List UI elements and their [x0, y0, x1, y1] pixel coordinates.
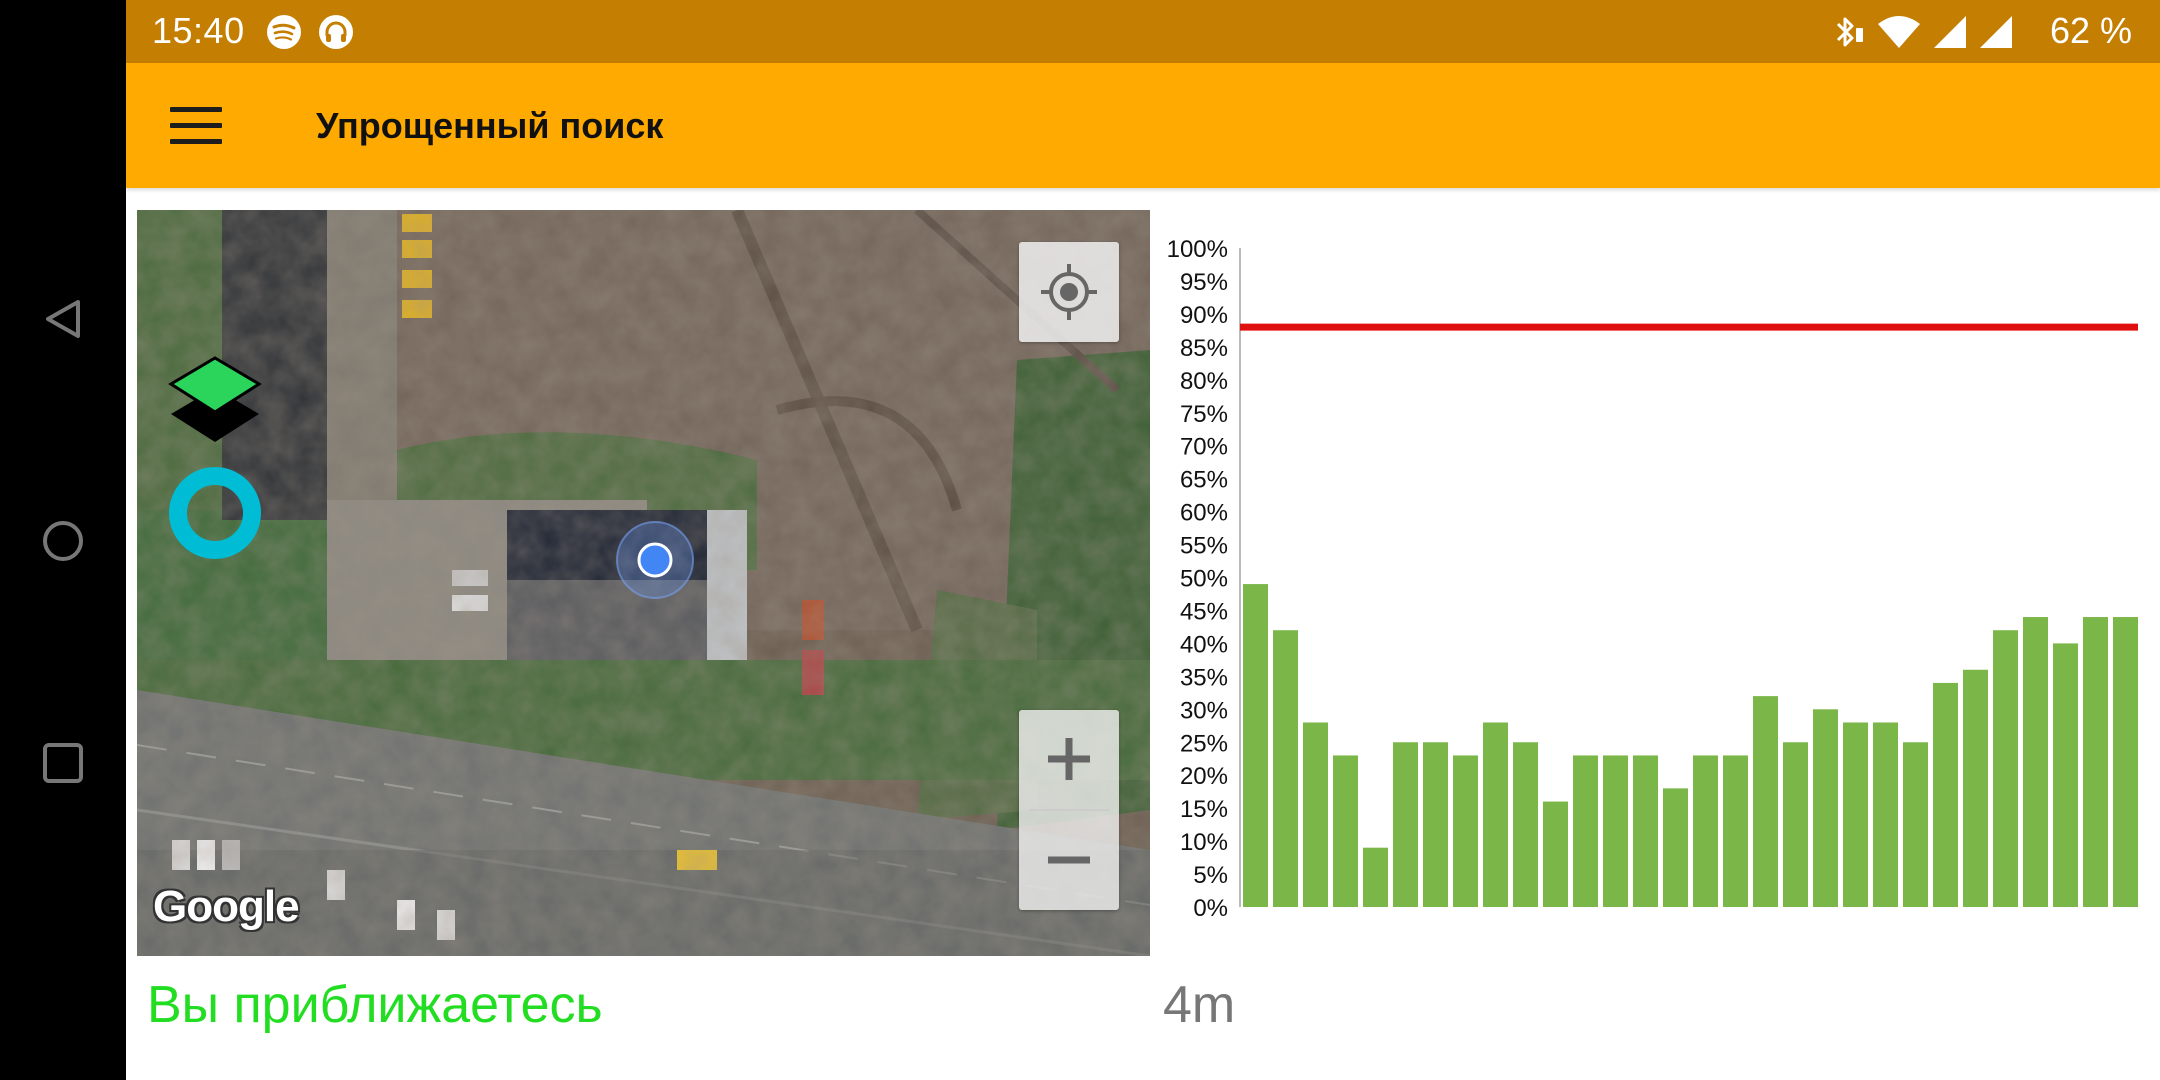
signal-icon: [1980, 16, 2012, 48]
bar: [1273, 630, 1298, 907]
page-title: Упрощенный поиск: [316, 105, 664, 146]
zoom-controls: [1019, 710, 1119, 910]
my-location-button[interactable]: [1019, 242, 1119, 342]
y-tick-label: 90%: [1180, 302, 1228, 329]
recent-apps-icon[interactable]: [40, 740, 86, 786]
bar: [1693, 755, 1718, 907]
home-icon[interactable]: [40, 518, 86, 564]
app-bar: Упрощенный поиск: [126, 63, 2160, 188]
zoom-in-icon: [1048, 738, 1090, 780]
system-navigation-bar: [0, 0, 126, 1080]
bar: [1723, 755, 1748, 907]
hamburger-menu-icon[interactable]: [170, 107, 222, 145]
y-tick-label: 95%: [1180, 269, 1228, 296]
bar: [1303, 722, 1328, 907]
bar: [1903, 742, 1928, 907]
layers-icon[interactable]: [167, 350, 263, 450]
bar: [2053, 643, 2078, 907]
distance-readout: 4m: [1163, 976, 1236, 1034]
signal-icon: [1934, 16, 1966, 48]
y-tick-label: 85%: [1180, 335, 1228, 362]
bar: [1333, 755, 1358, 907]
signal-strength-chart: 0% 5% 10% 15% 20% 25% 30% 35% 40% 45% 50% 55% 60% 65%…: [1167, 236, 2138, 922]
bar: [2023, 617, 2048, 907]
bar: [2083, 617, 2108, 907]
zoom-out-icon: [1048, 856, 1090, 864]
y-tick-label: 35%: [1180, 664, 1228, 691]
y-tick-label: 10%: [1180, 829, 1228, 856]
circle-icon[interactable]: [167, 465, 263, 561]
y-tick-label: 55%: [1180, 533, 1228, 560]
bar: [1573, 755, 1598, 907]
y-tick-label: 70%: [1180, 434, 1228, 461]
clock: 15:40: [152, 10, 245, 51]
y-tick-label: 0%: [1193, 895, 1228, 922]
satellite-map[interactable]: Google: [137, 210, 1150, 956]
bar: [1633, 755, 1658, 907]
spotify-icon: [267, 15, 301, 49]
bar: [1243, 584, 1268, 907]
bar: [1543, 801, 1568, 907]
back-icon[interactable]: [40, 296, 86, 342]
bar: [1423, 742, 1448, 907]
y-tick-label: 30%: [1180, 697, 1228, 724]
bar: [1603, 755, 1628, 907]
bar: [1783, 742, 1808, 907]
bar: [1873, 722, 1898, 907]
bar: [1513, 742, 1538, 907]
y-tick-label: 45%: [1180, 598, 1228, 625]
my-location-icon: [1041, 264, 1097, 320]
bar: [1993, 630, 2018, 907]
y-tick-label: 100%: [1167, 236, 1228, 263]
current-location-marker: [616, 521, 694, 599]
y-tick-label: 60%: [1180, 500, 1228, 527]
bar: [1963, 669, 1988, 907]
proximity-status-text: Вы приближаетесь: [147, 976, 603, 1034]
zoom-out-button[interactable]: [1019, 811, 1119, 910]
y-tick-label: 40%: [1180, 631, 1228, 658]
bar: [1363, 847, 1388, 907]
bar: [1933, 682, 1958, 907]
y-tick-label: 20%: [1180, 763, 1228, 790]
bluetooth-icon: [1836, 17, 1863, 47]
y-tick-label: 65%: [1180, 467, 1228, 494]
bar: [1813, 709, 1838, 907]
y-tick-label: 50%: [1180, 566, 1228, 593]
bar: [2113, 617, 2138, 907]
bar: [1663, 788, 1688, 907]
bar: [1843, 722, 1868, 907]
y-tick-label: 5%: [1193, 862, 1228, 889]
bar: [1393, 742, 1418, 907]
status-bar: 15:40 62 %: [126, 0, 2160, 63]
google-attribution: Google: [153, 882, 300, 931]
zoom-in-button[interactable]: [1019, 710, 1119, 808]
bar: [1483, 722, 1508, 907]
y-tick-label: 75%: [1180, 401, 1228, 428]
battery-percentage: 62 %: [2049, 10, 2132, 51]
headphones-icon: [319, 15, 353, 49]
bar: [1453, 755, 1478, 907]
y-tick-label: 25%: [1180, 730, 1228, 757]
y-tick-label: 80%: [1180, 368, 1228, 395]
bar: [1753, 696, 1778, 907]
wifi-icon: [1878, 16, 1920, 48]
y-tick-label: 15%: [1180, 796, 1228, 823]
